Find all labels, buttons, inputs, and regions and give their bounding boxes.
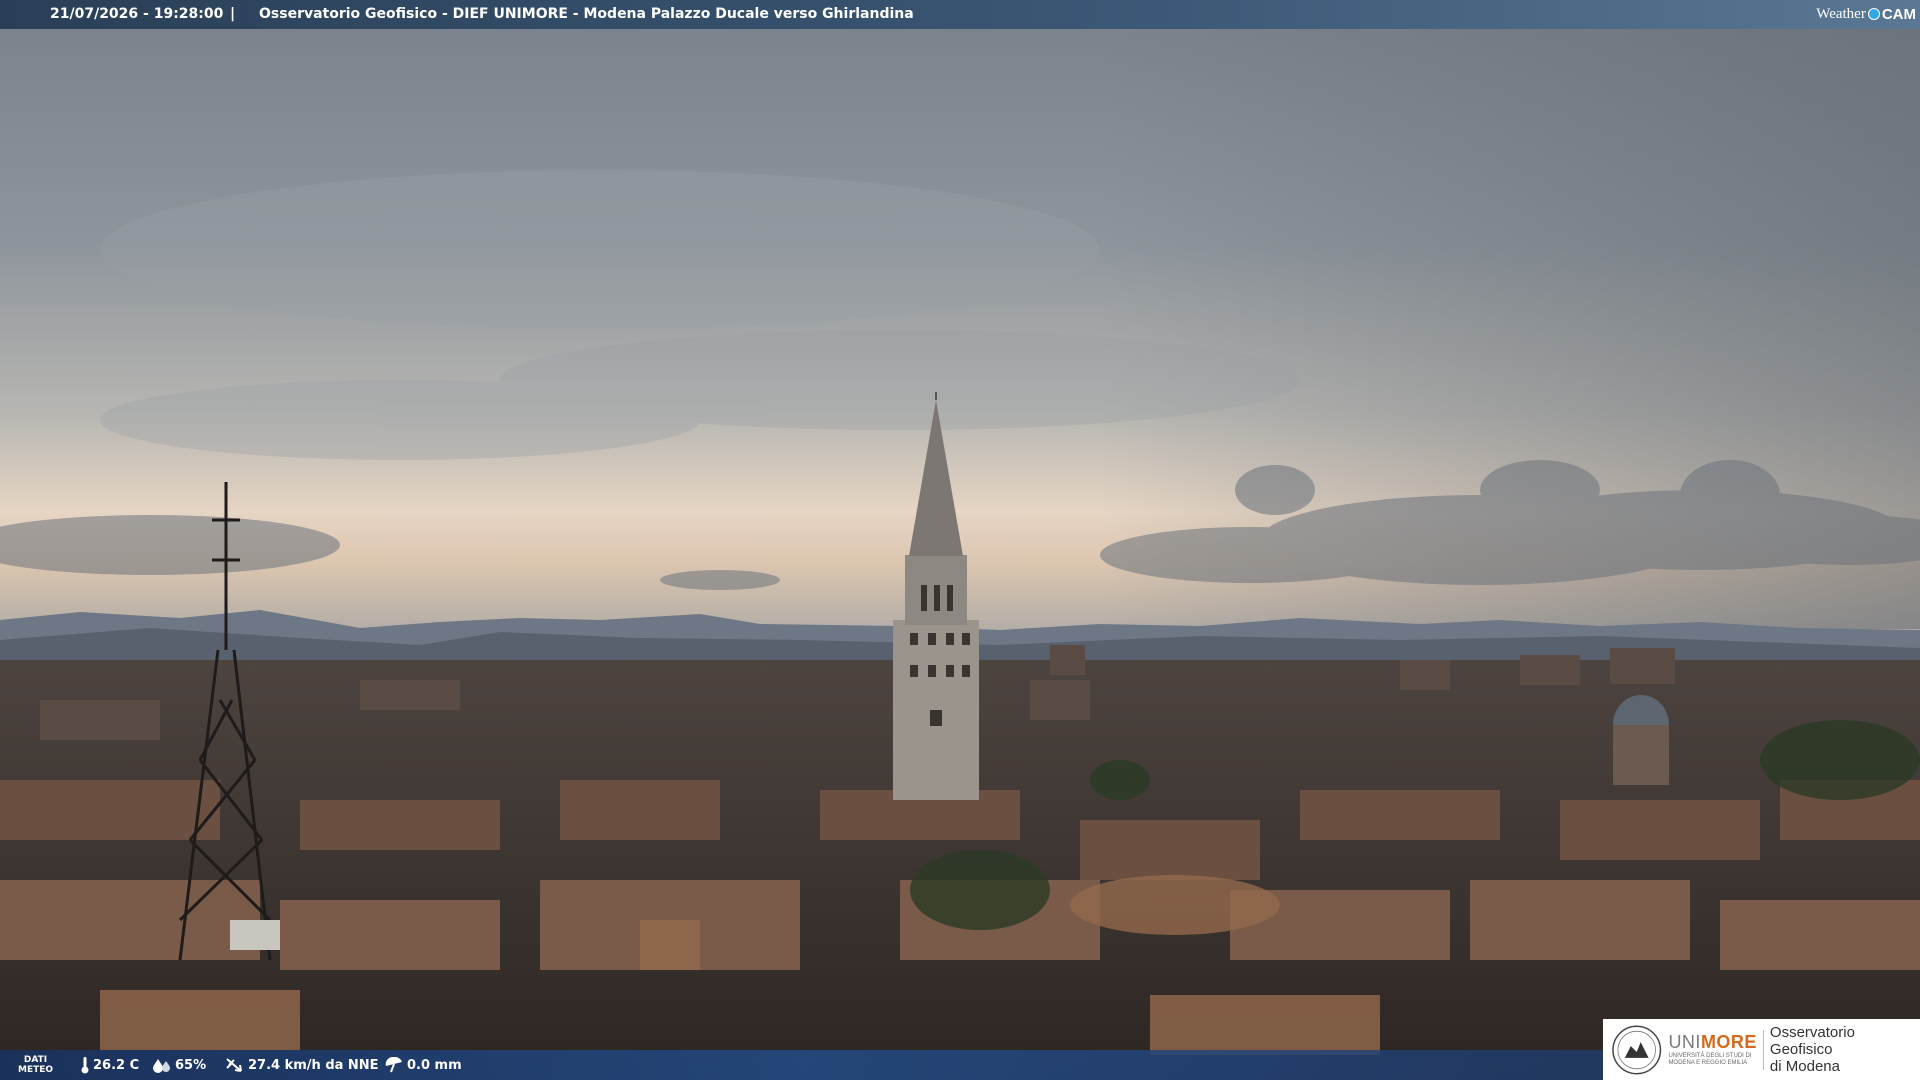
thermometer-icon	[81, 1057, 89, 1074]
unimore-wordmark: UNIMORE UNIVERSITÀ DEGLI STUDI DI MODENA…	[1668, 1032, 1757, 1067]
unimore-logo-box: UNIMORE UNIVERSITÀ DEGLI STUDI DI MODENA…	[1603, 1019, 1920, 1080]
humidity-drops-icon	[153, 1059, 170, 1073]
dati-label: DATI	[23, 1055, 48, 1065]
header-bar: 21/07/2026 - 19:28:00 | Osservatorio Geo…	[0, 0, 1920, 29]
university-seal-icon	[1612, 1025, 1662, 1074]
rain-reading: 0.0 mm	[384, 1050, 462, 1080]
globe-icon	[1867, 8, 1880, 20]
humidity-reading: 65%	[152, 1050, 206, 1080]
weathercam-logo-text-b: CAM	[1881, 5, 1916, 23]
observatory-name: Osservatorio Geofisico di Modena	[1770, 1024, 1920, 1075]
wind-value: 27.4 km/h da NNE	[248, 1057, 379, 1073]
dati-meteo-label: DATI METEO	[18, 1055, 53, 1075]
header-separator: |	[230, 6, 236, 22]
rain-value: 0.0 mm	[407, 1057, 462, 1073]
observatory-line2: di Modena	[1769, 1058, 1840, 1075]
wind-direction-icon	[226, 1058, 242, 1072]
camera-title: Osservatorio Geofisico - DIEF UNIMORE - …	[259, 6, 914, 22]
weather-data-bar: DATI METEO 26.2 C 65% 27.4 km/h da NNE 0…	[0, 1050, 1603, 1080]
temperature-reading: 26.2 C	[80, 1050, 139, 1080]
weathercam-logo: Weather CAM	[1816, 3, 1916, 25]
humidity-value: 65%	[175, 1057, 207, 1073]
meteo-label: METEO	[18, 1065, 54, 1075]
brand-sub2: MODENA E REGGIO EMILIA	[1668, 1060, 1748, 1066]
webcam-photo	[0, 29, 1920, 1080]
brand-more: MORE	[1700, 1032, 1757, 1052]
temperature-value: 26.2 C	[93, 1057, 140, 1073]
brand-uni: UNI	[1668, 1032, 1701, 1052]
weathercam-logo-text-a: Weather	[1816, 5, 1866, 22]
wind-reading: 27.4 km/h da NNE	[225, 1050, 379, 1080]
timestamp: 21/07/2026 - 19:28:00	[50, 6, 224, 22]
brand-sub1: UNIVERSITÀ DEGLI STUDI DI	[1668, 1053, 1752, 1059]
umbrella-icon	[385, 1057, 402, 1073]
observatory-line1: Osservatorio Geofisico	[1769, 1024, 1855, 1058]
logo-divider	[1762, 1029, 1764, 1070]
